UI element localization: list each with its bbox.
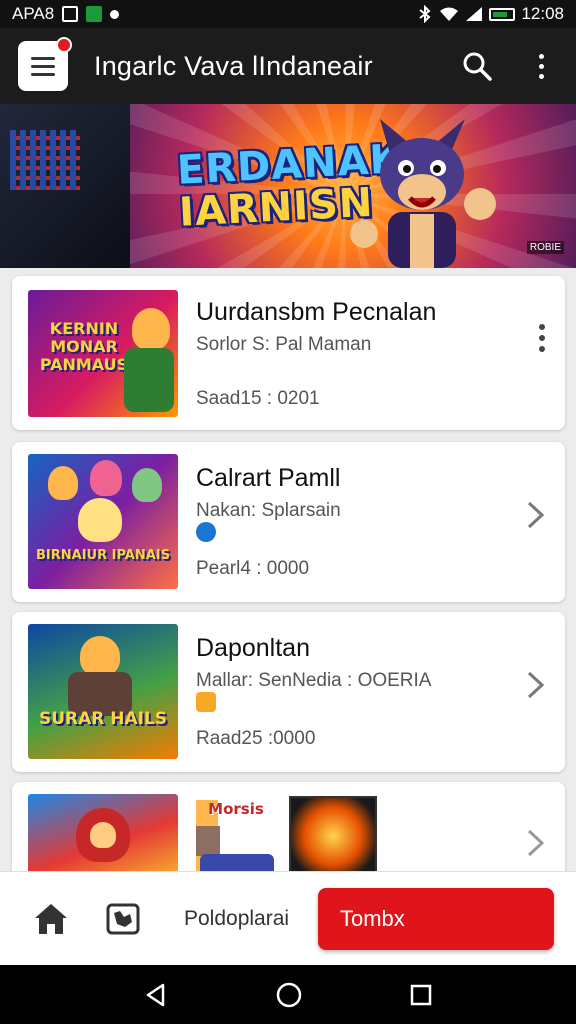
more-vert-icon[interactable] (539, 324, 545, 357)
game-title: Daponltan (196, 634, 310, 662)
game-meta: Saad15 : 0201 (196, 388, 320, 409)
banner-machine-art (0, 104, 130, 268)
game-card[interactable]: BIRNAIUR IPANAIS Calrart Pamll Nakan: Sp… (12, 442, 565, 602)
chevron-right-icon[interactable] (525, 670, 547, 700)
chevron-right-icon[interactable] (525, 828, 547, 858)
home-circle-icon[interactable] (275, 981, 303, 1009)
nav-label[interactable]: Poldoplarai (184, 907, 289, 931)
game-meta: Pearl4 : 0000 (196, 558, 310, 579)
game-title: Uurdansbm Pecnalan (196, 298, 437, 326)
checkmark-icon (86, 6, 103, 22)
game-thumbnail: KERNIN MONAR PANMAUS (28, 290, 178, 417)
game-title: Calrart Pamll (196, 464, 341, 492)
app-menu-logo[interactable] (18, 37, 72, 91)
status-bar: APA8 12:08 (0, 0, 576, 28)
thumbnail-title: SURAR HAILS (38, 709, 168, 729)
game-card[interactable]: KERNIN MONAR PANMAUS Uurdansbm Pecnalan … (12, 276, 565, 430)
notification-badge-icon (56, 37, 72, 53)
map-icon (106, 903, 140, 934)
status-carrier: APA8 (12, 4, 55, 23)
signal-icon (466, 7, 483, 21)
wolf-mascot-icon (350, 119, 496, 268)
game-thumbnail: BIRNAIUR IPANAIS (28, 454, 178, 589)
bottom-nav: Poldoplarai Tombx (0, 871, 576, 965)
search-button[interactable] (460, 49, 494, 83)
thumbnail-title: KERNIN MONAR PANMAUS (39, 319, 129, 374)
game-subtitle: Mallar: SenNedia : OOERIA (196, 670, 432, 691)
search-icon (463, 52, 492, 81)
back-icon[interactable] (143, 982, 169, 1008)
game-subtitle: Sorlor S: Pal Maman (196, 334, 372, 355)
chevron-right-icon[interactable] (525, 500, 547, 530)
trophy-icon (196, 692, 216, 712)
game-card[interactable]: SURAR HAILS Daponltan Mallar: SenNedia :… (12, 612, 565, 772)
notification-icon (62, 6, 79, 22)
recents-icon[interactable] (409, 983, 433, 1007)
app-bar: Ingarlc Vava lIndaneair (0, 28, 576, 104)
home-button[interactable] (30, 898, 72, 940)
game-subtitle: Nakan: Splarsain (196, 500, 341, 521)
secondary-thumbnail (289, 796, 377, 876)
status-time: 12:08 (521, 4, 564, 23)
primary-action-button[interactable]: Tombx (318, 888, 554, 950)
system-navigation-bar (0, 965, 576, 1024)
wifi-icon (440, 7, 459, 21)
home-icon (35, 903, 67, 934)
map-button[interactable] (102, 898, 144, 940)
banner-tag: ROBIE (526, 241, 564, 254)
more-options-button[interactable] (524, 49, 558, 83)
thumbnail-title: BIRNAIUR IPANAIS (36, 548, 170, 563)
battery-icon (489, 7, 516, 21)
app-title: Ingarlc Vava lIndaneair (94, 50, 373, 81)
bluetooth-icon (419, 5, 431, 23)
menu-line (31, 64, 55, 68)
menu-line (31, 56, 55, 60)
more-vert-icon (538, 53, 544, 79)
game-meta: Raad25 :0000 (196, 728, 316, 749)
menu-line (31, 72, 55, 76)
badge-icon (196, 522, 216, 542)
promo-banner[interactable]: ERDANAK IARNISN ROBIE (0, 104, 576, 268)
thumbnail-title: Morsis (208, 800, 264, 818)
chat-icon (110, 9, 120, 19)
game-thumbnail: SURAR HAILS (28, 624, 178, 759)
